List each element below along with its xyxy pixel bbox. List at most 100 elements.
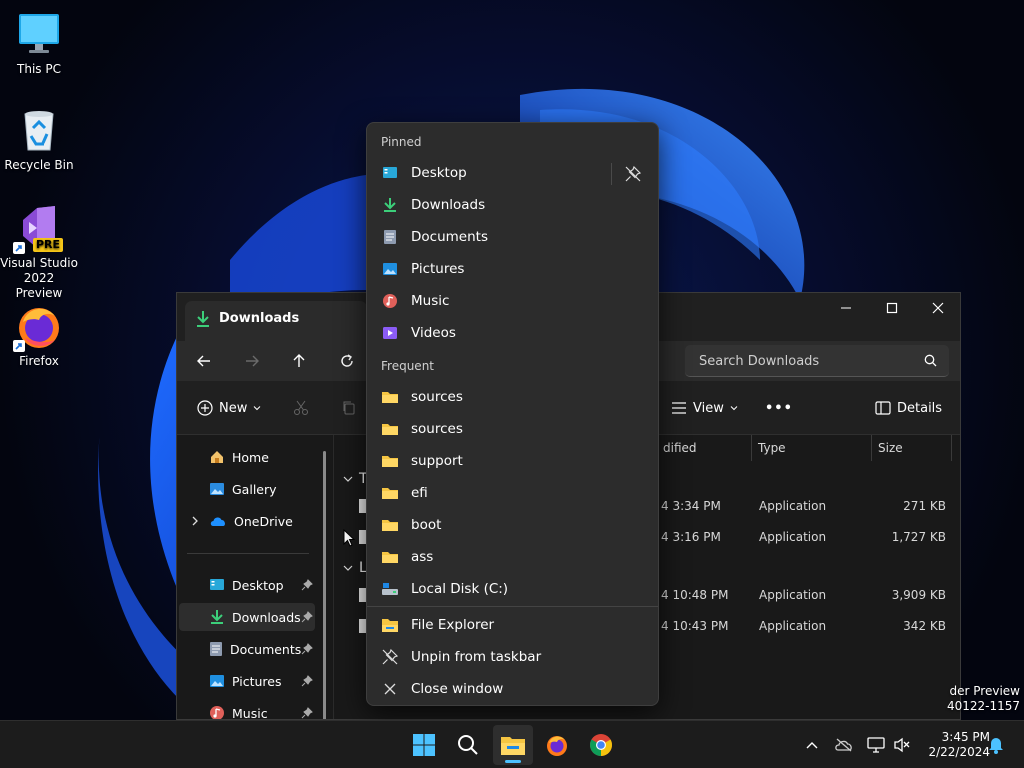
sidebar-item-pictures[interactable]: Pictures <box>179 667 315 695</box>
refresh-button[interactable] <box>332 347 362 375</box>
build-watermark: der Preview 40122-1157 <box>946 684 1020 713</box>
search-box[interactable] <box>685 345 949 377</box>
close-icon <box>381 680 399 698</box>
jumplist-item-folder[interactable]: support <box>371 445 655 477</box>
notifications-button[interactable] <box>986 735 1006 755</box>
jumplist-item-label: boot <box>411 517 442 533</box>
jumplist-item-folder[interactable]: sources <box>371 381 655 413</box>
taskbar-jump-list: Pinned Desktop Downloads Documents Pictu… <box>366 122 659 706</box>
onedrive-tray-button[interactable] <box>834 735 854 755</box>
sidebar-item-onedrive[interactable]: OneDrive <box>179 507 315 535</box>
desktop-icon-firefox[interactable]: Firefox <box>0 302 78 369</box>
jumplist-item-desktop[interactable]: Desktop <box>371 157 655 189</box>
volume-tray-button[interactable] <box>892 735 912 755</box>
jumplist-item-folder[interactable]: sources <box>371 413 655 445</box>
system-clock[interactable]: 3:45 PM 2/22/2024 <box>916 730 990 760</box>
pin-icon[interactable] <box>301 611 313 623</box>
chevron-down-icon <box>343 476 353 482</box>
jumplist-action-close-window[interactable]: Close window <box>371 673 655 705</box>
jumplist-item-label: Downloads <box>411 197 486 213</box>
minimize-button[interactable] <box>823 293 869 323</box>
desktop-icon-visual-studio[interactable]: PRE Visual Studio 2022 Preview <box>0 204 78 301</box>
folder-icon <box>381 420 399 438</box>
pin-icon[interactable] <box>301 643 313 655</box>
up-button[interactable] <box>284 347 314 375</box>
sidebar-item-music[interactable]: Music <box>179 699 315 719</box>
chevron-right-icon[interactable] <box>191 516 199 526</box>
jumplist-item-folder[interactable]: ass <box>371 541 655 573</box>
jumplist-item-music[interactable]: Music <box>371 285 655 317</box>
music-icon <box>210 706 224 719</box>
network-tray-button[interactable] <box>866 735 886 755</box>
desktop-icon-recycle-bin[interactable]: Recycle Bin <box>0 106 78 173</box>
jumplist-item-documents[interactable]: Documents <box>371 221 655 253</box>
search-taskbar-button[interactable] <box>448 725 488 765</box>
group-header[interactable]: T <box>343 471 368 487</box>
forward-button[interactable] <box>237 347 267 375</box>
pin-icon[interactable] <box>301 579 313 591</box>
tab-downloads[interactable]: Downloads <box>185 301 367 341</box>
view-button[interactable]: View <box>671 397 738 419</box>
arrow-right-icon <box>246 355 259 367</box>
visual-studio-icon: PRE <box>13 204 63 254</box>
taskbar-firefox[interactable] <box>537 725 577 765</box>
sidebar-item-downloads[interactable]: Downloads <box>179 603 315 631</box>
unpin-from-list-button[interactable] <box>622 163 644 185</box>
details-button[interactable]: Details <box>875 397 942 419</box>
copy-button[interactable] <box>341 397 357 419</box>
jumplist-action-file-explorer[interactable]: File Explorer <box>371 609 655 641</box>
more-label: ••• <box>765 400 793 416</box>
show-hidden-icons-button[interactable] <box>802 735 822 755</box>
new-button[interactable]: New <box>197 397 261 419</box>
sidebar-item-desktop[interactable]: Desktop <box>179 571 315 599</box>
drive-icon <box>381 580 399 598</box>
jumplist-item-downloads[interactable]: Downloads <box>371 189 655 221</box>
close-window-button[interactable] <box>915 293 960 323</box>
cut-button[interactable] <box>293 397 309 419</box>
jumplist-action-unpin-taskbar[interactable]: Unpin from taskbar <box>371 641 655 673</box>
desktop-folder-icon <box>210 579 224 590</box>
jumplist-item-label: support <box>411 453 463 469</box>
jumplist-item-videos[interactable]: Videos <box>371 317 655 349</box>
sidebar-item-label: Gallery <box>232 481 277 497</box>
column-header-size[interactable]: Size <box>872 435 952 461</box>
jumplist-divider <box>367 606 658 607</box>
pin-icon[interactable] <box>301 707 313 719</box>
desktop-icon-label: Visual Studio 2022 Preview <box>0 256 78 300</box>
sidebar-item-documents[interactable]: Documents <box>179 635 315 663</box>
desktop-icon-this-pc[interactable]: This PC <box>0 10 78 77</box>
jumplist-item-local-disk[interactable]: Local Disk (C:) <box>371 573 655 605</box>
jumplist-item-label: Videos <box>411 325 456 341</box>
column-header-type[interactable]: Type <box>752 435 872 461</box>
sidebar-item-home[interactable]: Home <box>179 443 315 471</box>
column-header-date-modified[interactable]: dified <box>657 435 752 461</box>
maximize-button[interactable] <box>869 293 915 323</box>
bell-icon <box>989 738 1003 754</box>
folder-icon <box>381 484 399 502</box>
group-header[interactable]: L <box>343 560 367 576</box>
shortcut-arrow-icon <box>13 242 25 254</box>
sidebar-item-label: Home <box>232 449 269 465</box>
pin-icon[interactable] <box>301 675 313 687</box>
taskbar-file-explorer[interactable] <box>493 725 533 765</box>
download-icon <box>211 610 223 624</box>
jumplist-item-label: Unpin from taskbar <box>411 649 542 665</box>
documents-icon <box>210 642 222 656</box>
back-button[interactable] <box>189 347 219 375</box>
jumplist-item-folder[interactable]: boot <box>371 509 655 541</box>
shortcut-arrow-icon <box>13 340 25 352</box>
taskbar-chrome[interactable] <box>581 725 621 765</box>
jumplist-item-label: ass <box>411 549 434 565</box>
unpin-icon <box>625 165 642 182</box>
start-button[interactable] <box>404 725 444 765</box>
sidebar-scrollbar[interactable] <box>323 451 326 719</box>
desktop-icon-label: This PC <box>17 62 61 76</box>
jumplist-item-label: sources <box>411 389 463 405</box>
clock-time: 3:45 PM <box>941 730 990 744</box>
new-label: New <box>219 400 248 416</box>
more-options-button[interactable]: ••• <box>765 397 793 419</box>
sidebar-item-gallery[interactable]: Gallery <box>179 475 315 503</box>
jumplist-item-folder[interactable]: efi <box>371 477 655 509</box>
jumplist-item-pictures[interactable]: Pictures <box>371 253 655 285</box>
search-input[interactable] <box>699 351 909 371</box>
